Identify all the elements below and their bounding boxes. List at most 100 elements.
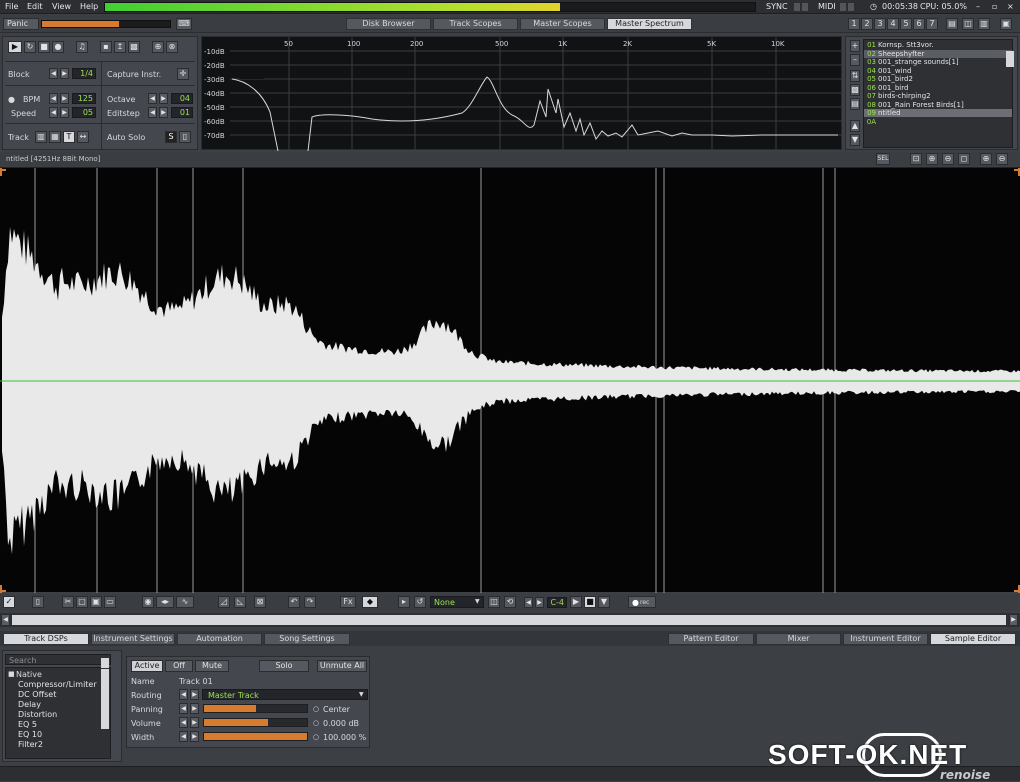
scroll-right-button[interactable]: ▶ — [1009, 614, 1018, 626]
layout-icon-1[interactable]: ▤ — [946, 18, 958, 30]
paste-icon[interactable]: ▣ — [90, 596, 102, 608]
instrument-list-scrollbar[interactable] — [1006, 51, 1014, 67]
block-value[interactable]: 1/4 — [72, 68, 96, 79]
menu-edit[interactable]: Edit — [27, 2, 43, 11]
speed-dec-button[interactable]: ◀ — [49, 107, 58, 118]
bottom-tab-instrument-settings[interactable]: Instrument Settings — [91, 633, 175, 645]
dsp-list-item[interactable]: EQ 10 — [18, 730, 42, 739]
sample-selection-icon[interactable]: SEL — [876, 153, 890, 165]
instrument-list-item[interactable]: 07 birds-chirping2 — [864, 92, 1012, 100]
routing-prev-button[interactable]: ◀ — [179, 689, 188, 700]
view-preset-button-4[interactable]: 4 — [887, 18, 899, 30]
instrument-list-item[interactable]: 06 001_bird — [864, 84, 1012, 92]
volume-reset-icon[interactable]: ○ — [313, 719, 319, 727]
zoom-in-icon[interactable]: ⊕ — [926, 153, 938, 165]
zoom-h-in-icon[interactable]: ⊕ — [980, 153, 992, 165]
track-insert-icon[interactable]: ▥ — [35, 131, 47, 143]
top-tab-track-scopes[interactable]: Track Scopes — [433, 18, 518, 30]
fx-icon[interactable]: Fx — [340, 596, 356, 608]
dsp-search-field[interactable]: Search — [5, 654, 111, 665]
block-loop-icon[interactable]: ▪ — [100, 41, 112, 53]
note-inc-button[interactable]: ▶ — [535, 597, 544, 608]
instrument-remove-icon[interactable]: – — [850, 54, 860, 66]
loop-end-marker[interactable] — [1014, 168, 1020, 176]
auto-solo-options-icon[interactable]: ▯ — [179, 131, 191, 143]
waveform-view[interactable] — [0, 167, 1020, 593]
bottom-tab-sample-editor[interactable]: Sample Editor — [930, 633, 1016, 645]
bottom-tab-song-settings[interactable]: Song Settings — [264, 633, 350, 645]
preview-play-icon[interactable]: ▶ — [570, 596, 582, 608]
minimize-icon[interactable]: – — [976, 2, 980, 11]
scroll-left-button[interactable]: ◀ — [1, 614, 10, 626]
capture-instr-label[interactable]: Capture Instr. — [107, 70, 161, 79]
cut-icon[interactable]: ✂ — [62, 596, 74, 608]
track-collapse-icon[interactable]: ↔ — [77, 131, 89, 143]
editstep-dec-button[interactable]: ◀ — [148, 107, 157, 118]
solo-button[interactable]: Solo — [259, 660, 309, 672]
preview-stop-icon[interactable]: ■ — [584, 596, 596, 608]
off-button[interactable]: Off — [165, 660, 193, 672]
instrument-move-icon[interactable]: ⇅ — [850, 70, 860, 82]
instrument-save-icon[interactable]: ▩ — [850, 84, 860, 96]
fade-icon[interactable]: ∿ — [176, 596, 194, 608]
expand-icon[interactable]: ■ — [8, 670, 15, 678]
dsp-scrollbar-thumb[interactable] — [101, 669, 109, 729]
waveform-svg[interactable] — [0, 168, 1020, 593]
routing-next-button[interactable]: ▶ — [190, 689, 199, 700]
track-type-icon[interactable]: T — [63, 131, 75, 143]
instrument-list-item[interactable]: 09 ntitled — [864, 109, 1012, 117]
bottom-tab-instrument-editor[interactable]: Instrument Editor — [843, 633, 928, 645]
sync-sample-icon[interactable]: ⟲ — [504, 596, 516, 608]
view-preset-button-7[interactable]: 7 — [926, 18, 938, 30]
loop-icon[interactable]: ↻ — [24, 41, 36, 53]
crossfade-icon[interactable]: ⊠ — [254, 596, 266, 608]
width-slider[interactable] — [203, 732, 308, 741]
view-preset-button-1[interactable]: 1 — [848, 18, 860, 30]
play-sel-icon[interactable]: ▸ — [398, 596, 410, 608]
loop-sel-icon[interactable]: ↺ — [414, 596, 426, 608]
instrument-list-item[interactable]: 02 Sheepshyfter — [864, 49, 1012, 58]
bottom-tab-track-dsps[interactable]: Track DSPs — [3, 633, 89, 645]
stop-icon[interactable]: ■ — [38, 41, 50, 53]
view-preset-button-3[interactable]: 3 — [874, 18, 886, 30]
bottom-tab-mixer[interactable]: Mixer — [756, 633, 841, 645]
width-dec-button[interactable]: ◀ — [179, 731, 188, 742]
undo-sample-icon[interactable]: ↶ — [288, 596, 300, 608]
instrument-list-item[interactable]: 05 001_bird2 — [864, 75, 1012, 83]
dsp-list-item[interactable]: Filter2 — [18, 740, 43, 749]
fade-in-icon[interactable]: ◿ — [218, 596, 230, 608]
loop-start-marker[interactable] — [0, 168, 6, 176]
dsp-list-item[interactable]: DC Offset — [18, 690, 56, 699]
dsp-list-item[interactable]: Distortion — [18, 710, 57, 719]
sample-new-icon[interactable]: ▯ — [32, 596, 44, 608]
octave-inc-button[interactable]: ▶ — [159, 93, 168, 104]
bottom-tab-pattern-editor[interactable]: Pattern Editor — [668, 633, 754, 645]
layout-icon-3[interactable]: ▥ — [978, 18, 990, 30]
instrument-list-item[interactable]: 0A — [864, 118, 1012, 126]
waveform-scrollbar[interactable]: ◀ ▶ — [0, 613, 1020, 627]
instrument-up-icon[interactable]: ▲ — [850, 120, 860, 132]
speed-inc-button[interactable]: ▶ — [60, 107, 69, 118]
instrument-down-icon[interactable]: ▼ — [850, 134, 860, 146]
menu-view[interactable]: View — [52, 2, 71, 11]
loop-end-marker-bottom[interactable] — [1014, 585, 1020, 593]
scroll-thumb[interactable] — [12, 615, 1006, 625]
crop-icon[interactable]: ▭ — [104, 596, 116, 608]
editstep-inc-button[interactable]: ▶ — [159, 107, 168, 118]
zoom-sel-icon[interactable]: ⊡ — [910, 153, 922, 165]
instrument-list-item[interactable]: 01 Kornsp. Stt3vor. — [864, 41, 1012, 49]
record-sample-button[interactable]: ● rec — [628, 596, 656, 608]
dsp-list-item[interactable]: Delay — [18, 700, 41, 709]
metronome-icon[interactable]: ♫ — [76, 41, 88, 53]
undo-icon[interactable]: ⊕ — [152, 41, 164, 53]
panning-slider[interactable] — [203, 704, 308, 713]
view-preset-button-6[interactable]: 6 — [913, 18, 925, 30]
top-tab-master-spectrum[interactable]: Master Spectrum — [607, 18, 692, 30]
panning-reset-icon[interactable]: ○ — [313, 705, 319, 713]
panning-dec-button[interactable]: ◀ — [179, 703, 188, 714]
keyboard-icon[interactable]: ⌨ — [176, 18, 192, 30]
copy-icon[interactable]: ▢ — [76, 596, 88, 608]
active-button[interactable]: Active — [131, 660, 163, 672]
dsp-root[interactable]: Native — [16, 670, 42, 679]
zoom-out-icon[interactable]: ⊖ — [942, 153, 954, 165]
